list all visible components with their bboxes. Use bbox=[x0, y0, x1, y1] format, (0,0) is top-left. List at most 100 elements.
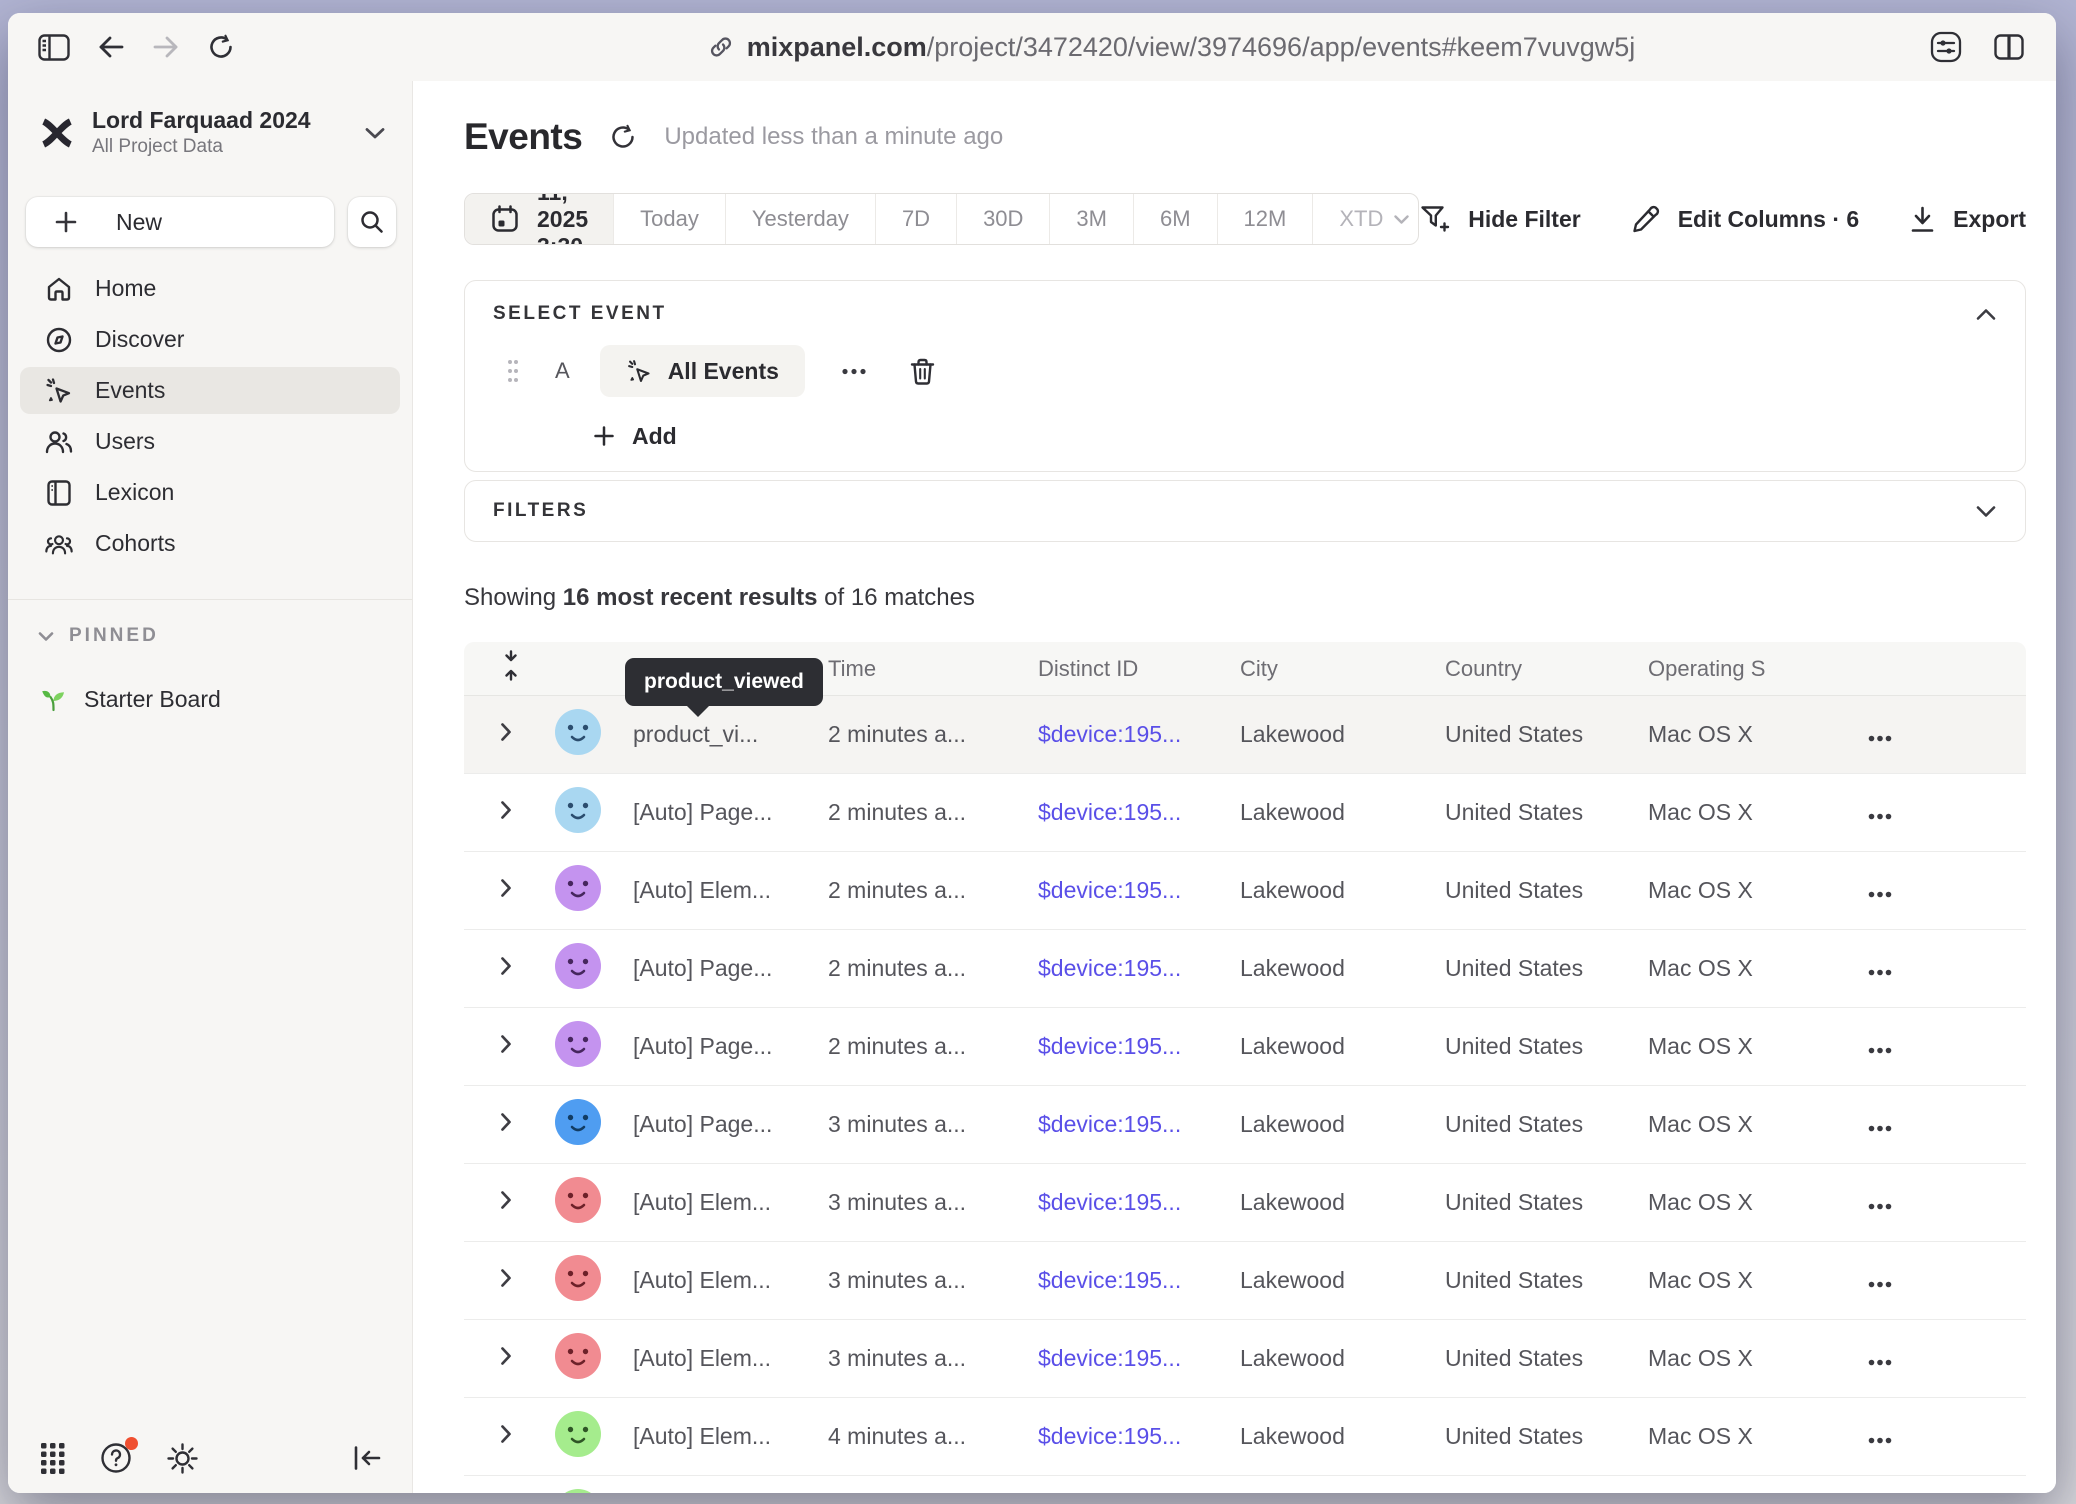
trash-icon[interactable] bbox=[909, 357, 936, 386]
date-preset-6m[interactable]: 6M bbox=[1133, 194, 1217, 244]
table-row[interactable]: [Auto] Page... 2 minutes a... $device:19… bbox=[464, 930, 2026, 1008]
project-switcher[interactable]: Lord Farquaad 2024 All Project Data bbox=[38, 107, 386, 158]
drag-handle-icon[interactable] bbox=[507, 358, 519, 384]
row-expander[interactable] bbox=[500, 722, 512, 742]
distinct-id-link[interactable]: $device:195... bbox=[1024, 1189, 1226, 1216]
distinct-id-link[interactable]: $device:195... bbox=[1024, 721, 1226, 748]
column-header-country[interactable]: Country bbox=[1431, 656, 1634, 682]
row-expander[interactable] bbox=[500, 956, 512, 976]
chevron-up-icon[interactable] bbox=[1975, 308, 1997, 321]
event-name-cell[interactable]: [Auto] Elem... bbox=[619, 1267, 814, 1294]
refresh-icon[interactable] bbox=[609, 123, 637, 151]
help-icon[interactable] bbox=[99, 1441, 133, 1475]
browser-sidebar-toggle-icon[interactable] bbox=[38, 34, 70, 61]
date-preset-yesterday[interactable]: Yesterday bbox=[725, 194, 875, 244]
table-row[interactable]: [Auto] Page... 2 minutes a... $device:19… bbox=[464, 1008, 2026, 1086]
row-expander[interactable] bbox=[500, 1346, 512, 1366]
row-more-button[interactable] bbox=[1862, 1275, 1898, 1294]
date-preset-30d[interactable]: 30D bbox=[956, 194, 1049, 244]
collapse-sidebar-icon[interactable] bbox=[352, 1445, 382, 1471]
row-more-button[interactable] bbox=[1862, 807, 1898, 826]
forward-icon[interactable] bbox=[152, 35, 180, 59]
column-header-time[interactable]: Time bbox=[814, 656, 1024, 682]
search-button[interactable] bbox=[348, 197, 396, 247]
event-name-cell[interactable]: [Auto] Elem... bbox=[619, 1189, 814, 1216]
table-row[interactable]: [Auto] Elem... 3 minutes a... $device:19… bbox=[464, 1242, 2026, 1320]
column-header-os[interactable]: Operating S bbox=[1634, 656, 1854, 682]
back-icon[interactable] bbox=[97, 35, 125, 59]
event-name-cell[interactable]: [Auto] Page... bbox=[619, 955, 814, 982]
row-expander[interactable] bbox=[500, 1112, 512, 1132]
sidebar-item-lexicon[interactable]: Lexicon bbox=[20, 469, 400, 516]
table-row[interactable]: [Auto] Elem... 4 minutes a... $device:19… bbox=[464, 1398, 2026, 1476]
table-row[interactable]: [Auto] Page... 3 minutes a... $device:19… bbox=[464, 1086, 2026, 1164]
date-preset-7d[interactable]: 7D bbox=[875, 194, 956, 244]
row-expander[interactable] bbox=[500, 1190, 512, 1210]
add-event-button[interactable]: Add bbox=[593, 421, 1997, 451]
column-header-distinct-id[interactable]: Distinct ID bbox=[1024, 656, 1226, 682]
sidebar-item-users[interactable]: Users bbox=[20, 418, 400, 465]
table-row[interactable]: [Auto] Elem... 2 minutes a... $device:19… bbox=[464, 852, 2026, 930]
sidebar-item-home[interactable]: Home bbox=[20, 265, 400, 312]
row-more-button[interactable] bbox=[1862, 885, 1898, 904]
distinct-id-link[interactable]: $device:195... bbox=[1024, 1423, 1226, 1450]
event-name-cell[interactable]: [Auto] Elem... bbox=[619, 1345, 814, 1372]
pinned-section-toggle[interactable]: PINNED bbox=[38, 624, 412, 648]
apps-grid-icon[interactable] bbox=[40, 1442, 66, 1474]
collapse-rows-icon[interactable] bbox=[500, 650, 522, 681]
distinct-id-link[interactable]: $device:195... bbox=[1024, 1033, 1226, 1060]
country-cell: United States bbox=[1431, 1111, 1634, 1138]
reader-settings-icon[interactable] bbox=[1930, 31, 1962, 63]
event-more-button[interactable] bbox=[841, 368, 867, 375]
sidebar-item-events[interactable]: Events bbox=[20, 367, 400, 414]
date-preset-today[interactable]: Today bbox=[613, 194, 725, 244]
date-preset-xtd[interactable]: XTD bbox=[1312, 194, 1419, 244]
chevron-down-icon[interactable] bbox=[1975, 505, 1997, 518]
distinct-id-link[interactable]: $device:195... bbox=[1024, 1267, 1226, 1294]
edit-columns-button[interactable]: Edit Columns · 6 bbox=[1631, 204, 1859, 234]
sidebar-item-cohorts[interactable]: Cohorts bbox=[20, 520, 400, 567]
new-button[interactable]: New bbox=[26, 197, 334, 247]
row-more-button[interactable] bbox=[1862, 963, 1898, 982]
row-more-button[interactable] bbox=[1862, 1431, 1898, 1450]
row-more-button[interactable] bbox=[1862, 729, 1898, 748]
row-more-button[interactable] bbox=[1862, 1119, 1898, 1138]
date-preset-3m[interactable]: 3M bbox=[1049, 194, 1133, 244]
distinct-id-link[interactable]: $device:195... bbox=[1024, 955, 1226, 982]
table-row[interactable] bbox=[464, 1476, 2026, 1493]
row-expander[interactable] bbox=[500, 1424, 512, 1444]
row-expander[interactable] bbox=[500, 1034, 512, 1054]
date-picker[interactable]: Mar 11, 2025 3:30 pm bbox=[465, 194, 613, 244]
row-expander[interactable] bbox=[500, 800, 512, 820]
row-more-button[interactable] bbox=[1862, 1197, 1898, 1216]
event-name-cell[interactable]: [Auto] Page... bbox=[619, 1111, 814, 1138]
distinct-id-link[interactable]: $device:195... bbox=[1024, 799, 1226, 826]
event-name-cell[interactable]: [Auto] Elem... bbox=[619, 1423, 814, 1450]
row-expander[interactable] bbox=[500, 1268, 512, 1288]
distinct-id-link[interactable]: $device:195... bbox=[1024, 1111, 1226, 1138]
gear-icon[interactable] bbox=[166, 1442, 199, 1475]
export-button[interactable]: Export bbox=[1909, 205, 2026, 234]
table-row[interactable]: [Auto] Elem... 3 minutes a... $device:19… bbox=[464, 1164, 2026, 1242]
row-more-button[interactable] bbox=[1862, 1353, 1898, 1372]
date-preset-12m[interactable]: 12M bbox=[1217, 194, 1313, 244]
row-expander[interactable] bbox=[500, 878, 512, 898]
table-row[interactable]: [Auto] Page... 2 minutes a... $device:19… bbox=[464, 774, 2026, 852]
hide-filter-button[interactable]: Hide Filter bbox=[1419, 204, 1580, 234]
event-name-cell[interactable]: [Auto] Elem... bbox=[619, 877, 814, 904]
url-bar[interactable]: mixpanel.com/project/3472420/view/397469… bbox=[413, 32, 1930, 63]
event-name-cell[interactable]: [Auto] Page... bbox=[619, 799, 814, 826]
sidebar-item-discover[interactable]: Discover bbox=[20, 316, 400, 363]
distinct-id-link[interactable]: $device:195... bbox=[1024, 877, 1226, 904]
column-header-city[interactable]: City bbox=[1226, 656, 1431, 682]
split-view-icon[interactable] bbox=[1994, 34, 2024, 60]
event-name-cell[interactable]: [Auto] Page... bbox=[619, 1033, 814, 1060]
country-cell: United States bbox=[1431, 1423, 1634, 1450]
reload-icon[interactable] bbox=[207, 33, 235, 61]
event-name-cell[interactable]: product_vi... bbox=[619, 721, 814, 748]
row-more-button[interactable] bbox=[1862, 1041, 1898, 1060]
event-selector-pill[interactable]: All Events bbox=[600, 345, 805, 397]
distinct-id-link[interactable]: $device:195... bbox=[1024, 1345, 1226, 1372]
sidebar-item-starter-board[interactable]: Starter Board bbox=[40, 684, 412, 714]
table-row[interactable]: [Auto] Elem... 3 minutes a... $device:19… bbox=[464, 1320, 2026, 1398]
